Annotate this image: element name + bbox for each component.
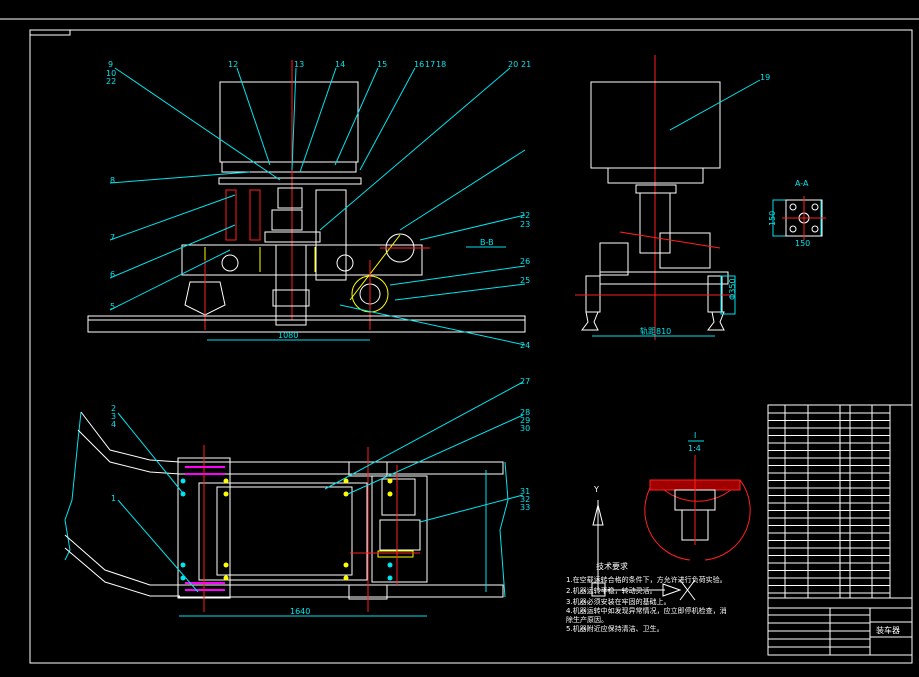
balloon: 33 — [520, 503, 530, 512]
balloon: 30 — [520, 424, 530, 433]
balloon: 13 — [294, 60, 304, 69]
balloon: 7 — [110, 233, 115, 242]
balloon: 17 — [425, 60, 435, 69]
tech-req-item: 5.机器附近应保持清洁、卫生。 — [566, 624, 664, 633]
balloon: 19 — [760, 73, 770, 82]
tech-req-item: 除生产原因。 — [566, 615, 608, 624]
balloon: 9 — [108, 60, 113, 69]
balloon: 18 — [436, 60, 446, 69]
top-dimension: 1640 — [290, 607, 310, 616]
balloon: 15 — [377, 60, 387, 69]
balloon: 23 — [520, 220, 530, 229]
axis-label: Y — [593, 485, 599, 494]
detail-label: I — [694, 431, 696, 440]
balloon: 5 — [110, 302, 115, 311]
tech-req-item: 3.机器必须安装在牢固的基础上。 — [566, 597, 671, 606]
balloon: 22 — [106, 77, 116, 86]
front-dimension: 1080 — [278, 331, 298, 340]
cad-drawing: 1080 B-B 9 10 22 12 13 14 15 16 17 18 20… — [0, 18, 919, 664]
drawing-frame — [0, 18, 919, 664]
section-mark-bb: B-B — [480, 238, 494, 247]
top-view: 1640 2 3 4 1 27 28 29 30 31 32 33 — [64, 377, 530, 617]
technical-requirements: 技术要求 1.在空载运转合格的条件下，方允许进行负荷实验。 2.机器运转平稳，转… — [566, 561, 727, 633]
section-dimension-a: 150 — [768, 211, 777, 226]
balloon: 8 — [110, 176, 115, 185]
section-view-aa: A-A 150 150 — [768, 179, 826, 248]
tech-req-item: 2.机器运转平稳，转动灵活。 — [566, 586, 657, 595]
tech-req-title: 技术要求 — [596, 561, 628, 571]
section-dimension-b: 150 — [795, 239, 810, 248]
balloon: 16 — [414, 60, 424, 69]
balloon: 25 — [520, 276, 530, 285]
balloon: 24 — [520, 341, 530, 350]
balloon: 27 — [520, 377, 530, 386]
balloon: 20 — [508, 60, 518, 69]
title-block: 装车器 — [767, 404, 913, 656]
balloon: 21 — [521, 60, 531, 69]
detail-view: I 1:4 — [644, 431, 751, 561]
detail-scale: 1:4 — [688, 444, 701, 453]
side-height-dimension: Φ350 — [728, 278, 737, 300]
tech-req-item: 4.机器运转中如发现异常情况，应立即停机检查，消 — [566, 606, 727, 615]
balloon: 1 — [111, 494, 116, 503]
tech-req-item: 1.在空载运转合格的条件下，方允许进行负荷实验。 — [566, 575, 727, 584]
balloon: 22 — [520, 211, 530, 220]
drawing-name: 装车器 — [876, 625, 900, 635]
section-title: A-A — [795, 179, 809, 188]
balloon: 6 — [110, 270, 115, 279]
front-view: 1080 B-B 9 10 22 12 13 14 15 16 17 18 20… — [87, 60, 531, 350]
side-width-dimension: 轨距810 — [640, 326, 671, 336]
balloon: 26 — [520, 257, 530, 266]
balloon: 14 — [335, 60, 345, 69]
balloon: 4 — [111, 420, 116, 429]
balloon: 12 — [228, 60, 238, 69]
side-view: Φ350 轨距810 19 — [575, 55, 770, 340]
